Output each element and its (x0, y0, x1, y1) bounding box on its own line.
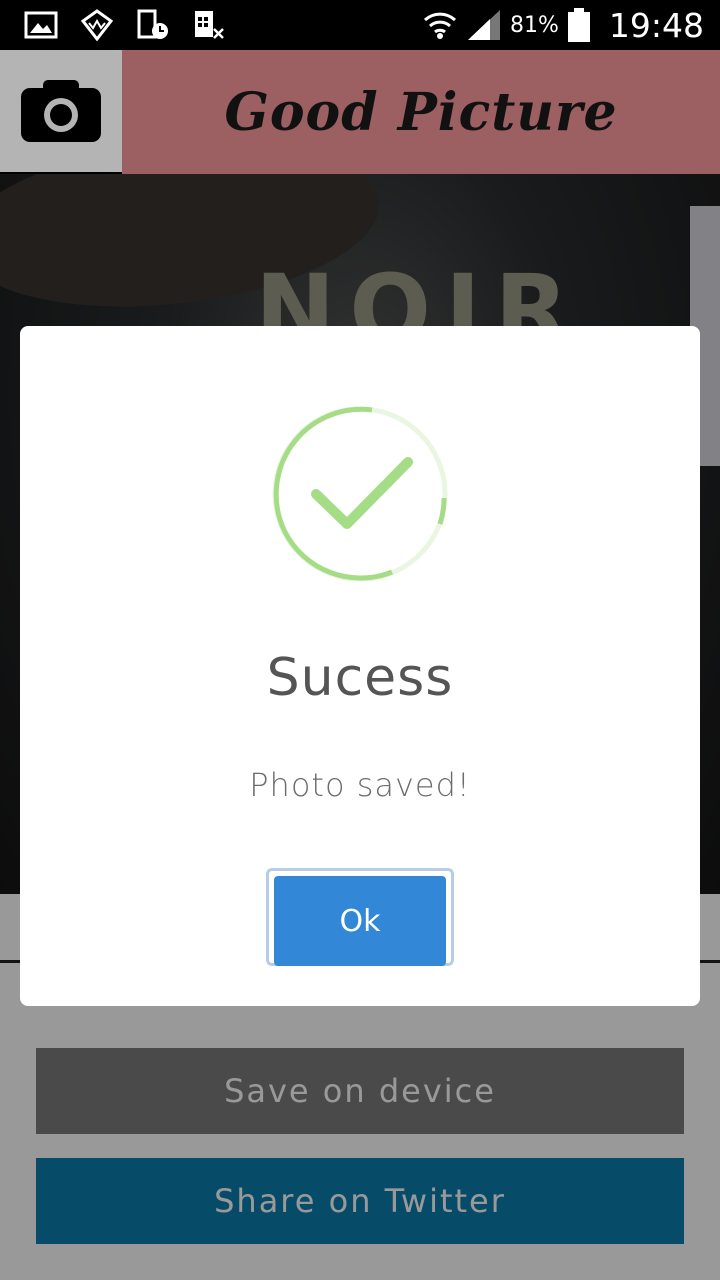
app-header: Good Picture (0, 50, 720, 174)
wifi-icon (423, 12, 457, 39)
sim-clock-icon (137, 9, 168, 39)
ok-button[interactable]: Ok (274, 876, 446, 966)
battery-percent: 81% (509, 12, 559, 38)
camera-button[interactable] (0, 50, 122, 172)
checkmark-circle-icon (272, 406, 448, 582)
success-dialog: Sucess Photo saved! Ok (20, 326, 700, 1006)
dialog-message: Photo saved! (249, 766, 471, 804)
clock: 19:48 (608, 5, 704, 45)
battery-icon (567, 8, 590, 42)
camera-icon (21, 80, 101, 142)
vpn-icon (80, 9, 114, 41)
ok-button-focus-ring: Ok (266, 868, 454, 966)
title-bar: Good Picture (122, 50, 720, 174)
signal-icon (467, 10, 500, 40)
status-bar: 81% 19:48 (0, 0, 720, 50)
dialog-title: Sucess (266, 648, 454, 708)
app-title: Good Picture (224, 81, 618, 143)
image-icon (24, 11, 58, 39)
no-sim-icon (195, 11, 224, 39)
